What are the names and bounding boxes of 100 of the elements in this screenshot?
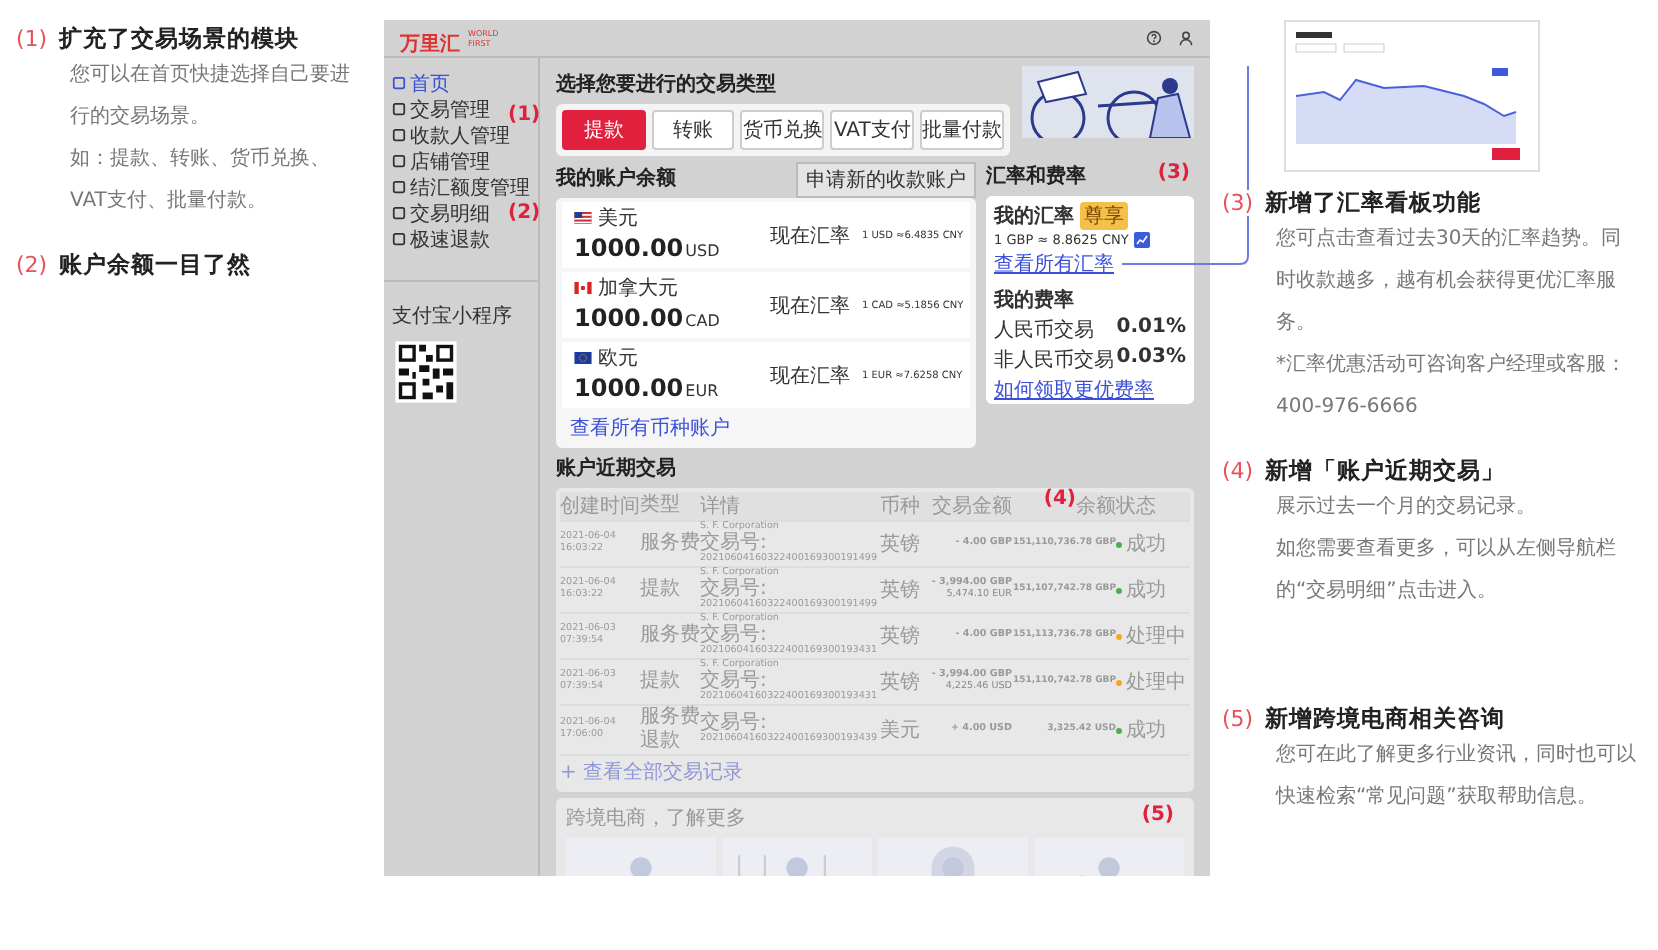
section-title: 跨境电商，了解更多 <box>566 805 746 832</box>
table-cell: 服务费退款 <box>640 706 700 754</box>
currency-code: EUR <box>685 382 719 400</box>
all-accounts-link[interactable]: 查看所有币种账户 <box>562 412 970 444</box>
balance-amount: 1000.00 <box>574 304 684 332</box>
trade-type-button[interactable]: 转账 <box>651 110 735 150</box>
all-rates-link[interactable]: 查看所有汇率 <box>994 250 1186 278</box>
my-rate-label: 我的汇率 <box>994 202 1074 230</box>
help-icon[interactable] <box>1146 30 1162 46</box>
table-cell-text: 英镑 <box>880 623 922 650</box>
square-icon <box>392 128 406 142</box>
status-text: 成功 <box>1126 717 1166 744</box>
sidebar-item[interactable]: 交易明细 <box>392 200 490 226</box>
rate-label: 现在汇率 <box>770 363 850 389</box>
currency-name: 加拿大元 <box>598 275 678 302</box>
status-text: 成功 <box>1126 531 1166 558</box>
note-title: 新增跨境电商相关咨询 <box>1265 704 1506 734</box>
fee-name: 非人民币交易 <box>994 347 1114 374</box>
logo: 万里汇 <box>400 31 460 57</box>
note-number: (3) <box>1222 190 1254 216</box>
table-cell-text: 英镑 <box>880 531 922 558</box>
status-text: 处理中 <box>1126 669 1186 696</box>
note-title: 账户余额一目了然 <box>59 250 252 280</box>
note-number: (2) <box>16 252 48 278</box>
vip-badge: 尊享 <box>1080 202 1128 230</box>
status-text: 处理中 <box>1126 623 1186 650</box>
note-text: 您可以在首页快捷选择自己要进行的交易场景。 <box>68 61 352 132</box>
table-cell-text: 英镑 <box>880 577 922 604</box>
flag-icon <box>574 352 592 364</box>
note-text: 如：提款、转账、货币兑换、VAT支付、批量付款。 <box>68 145 332 216</box>
square-icon <box>392 206 406 220</box>
column-header: 类型 <box>640 494 680 518</box>
trade-type-button[interactable]: 提款 <box>562 110 646 150</box>
table-cell-text: 提款 <box>640 670 682 694</box>
section-marker: (2) <box>508 202 541 224</box>
my-fees-label: 我的费率 <box>994 286 1076 314</box>
column-header: 余额 <box>1076 493 1116 520</box>
trade-type-button[interactable]: VAT支付 <box>830 110 915 150</box>
transaction-ref-label: 交易号: <box>700 626 767 646</box>
note-title: 扩充了交易场景的模块 <box>59 24 300 54</box>
sidebar-item[interactable]: 收款人管理 <box>392 122 510 148</box>
square-icon <box>392 232 406 246</box>
transaction-ref-label: 交易号: <box>700 580 767 600</box>
square-icon <box>392 180 406 194</box>
currency-code: CAD <box>685 312 720 330</box>
column-header: 状态 <box>1116 493 1156 520</box>
flag-icon <box>574 282 592 294</box>
note-number: (5) <box>1222 706 1254 732</box>
note-text: 您可在此了解更多行业资讯，同时也可以快速检索“常见问题”获取帮助信息。 <box>1273 741 1636 812</box>
sidebar-item[interactable]: 交易管理 <box>392 96 490 122</box>
square-icon <box>392 76 406 90</box>
section-marker: (4) <box>1043 488 1076 510</box>
transaction-ref-label: 交易号: <box>700 672 767 692</box>
column-header: 交易金额 <box>932 493 1012 520</box>
section-title: 我的账户余额 <box>556 164 676 191</box>
section-title: 汇率和费率 <box>986 162 1086 190</box>
currency-name: 美元 <box>598 205 638 232</box>
section-marker: (1) <box>508 104 541 126</box>
apply-account-button[interactable]: 申请新的收款账户 <box>796 162 976 198</box>
mini-program-label: 支付宝小程序 <box>392 303 514 330</box>
note-number: (4) <box>1222 458 1254 484</box>
fee-value: 0.03% <box>1116 346 1186 372</box>
user-icon[interactable] <box>1178 30 1194 46</box>
chart-icon[interactable] <box>1134 232 1151 248</box>
section-marker: (5) <box>1141 804 1174 826</box>
square-icon <box>392 102 406 116</box>
fee-link[interactable]: 如何领取更优费率 <box>994 376 1186 404</box>
transaction-ref-label: 交易号: <box>700 534 767 554</box>
note-text: *汇率优惠活动可咨询客户经理或客服：400-976-6666 <box>1274 351 1628 422</box>
qr-code-icon <box>392 338 460 406</box>
currency-name: 欧元 <box>598 346 638 372</box>
note-text: 如您需要查看更多，可以从左侧导航栏的“交易明细”点击进入。 <box>1274 535 1618 606</box>
section-title: 账户近期交易 <box>556 454 676 482</box>
balance-amount: 1000.00 <box>574 374 684 402</box>
note-title: 新增「账户近期交易」 <box>1265 456 1506 486</box>
column-header: 创建时间 <box>560 493 640 520</box>
rate-label: 现在汇率 <box>770 223 850 249</box>
sidebar-item[interactable]: 店铺管理 <box>392 148 490 174</box>
sidebar-item[interactable]: 极速退款 <box>392 226 490 252</box>
section-marker: (3) <box>1157 162 1190 184</box>
rate-label: 现在汇率 <box>770 293 850 319</box>
note-title: 新增了汇率看板功能 <box>1265 188 1482 218</box>
transaction-ref-label: 交易号: <box>700 714 767 734</box>
sidebar-item[interactable]: 首页 <box>392 70 450 96</box>
table-cell: 服务费 <box>640 624 700 648</box>
section-title: 选择您要进行的交易类型 <box>556 70 776 98</box>
note-text: 展示过去一个月的交易记录。 <box>1274 493 1538 522</box>
table-cell-text: 提款 <box>640 578 682 602</box>
square-icon <box>392 154 406 168</box>
sidebar-item[interactable]: 结汇额度管理 <box>392 174 530 200</box>
note-text: 您可点击查看过去30天的汇率趋势。同时收款越多，越有机会获得更优汇率服务。 <box>1274 225 1624 338</box>
balance-amount: 1000.00 <box>574 234 684 262</box>
table-cell-text: 英镑 <box>880 669 922 696</box>
trade-type-button[interactable]: 货币兑换 <box>740 110 825 150</box>
trade-type-button[interactable]: 批量付款 <box>920 110 1005 150</box>
currency-code: USD <box>685 242 720 260</box>
fee-value: 0.01% <box>1116 316 1186 342</box>
column-header: 币种 <box>880 493 920 520</box>
table-cell-text: 美元 <box>880 717 922 744</box>
column-header: 详情 <box>700 493 740 520</box>
